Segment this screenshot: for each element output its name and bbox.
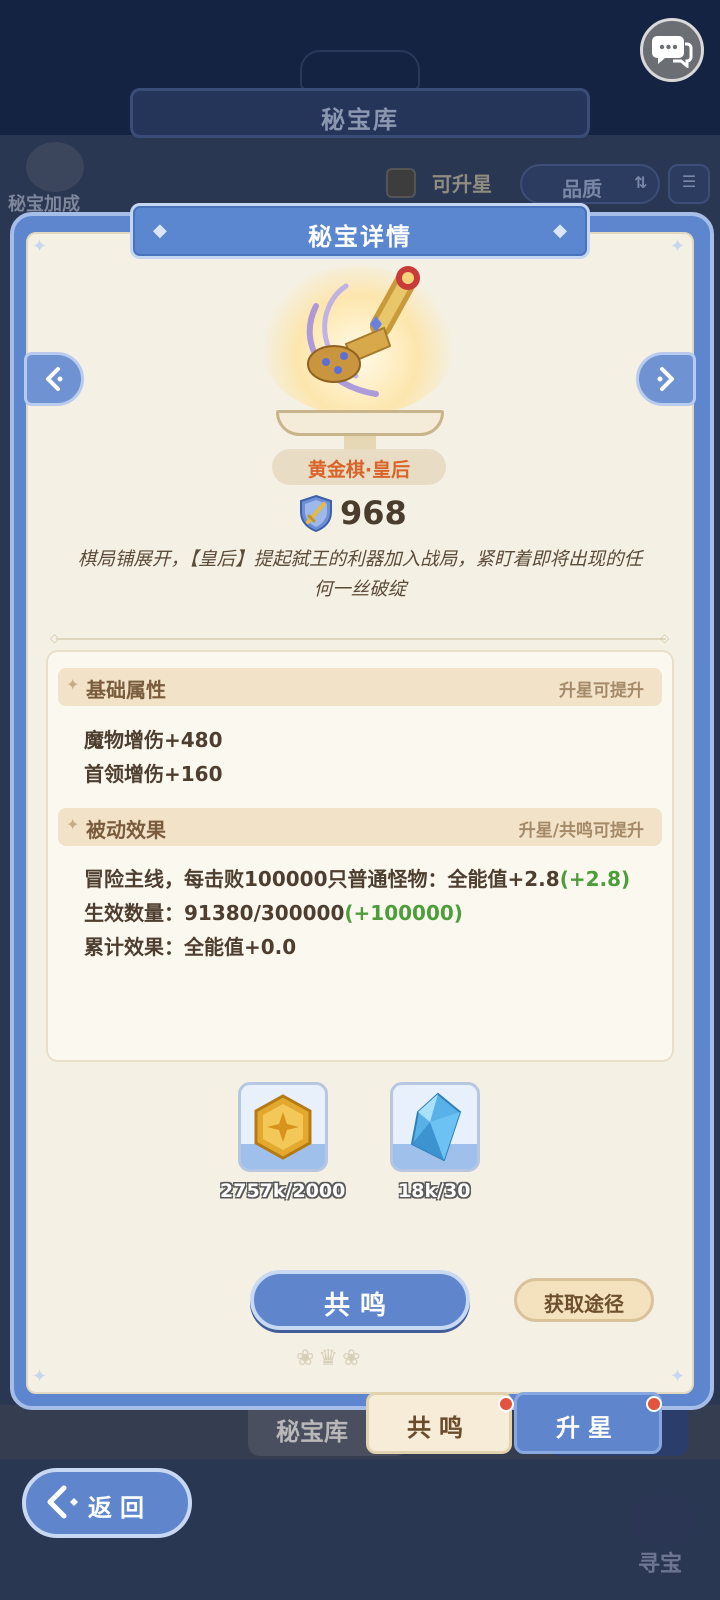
- back-arrow-icon: [47, 1485, 78, 1519]
- quality-sort-button[interactable]: 品质 ⇅: [520, 164, 660, 204]
- treasure-chest-icon[interactable]: [630, 1494, 694, 1546]
- passive-count-text: 生效数量：91380/300000: [84, 901, 345, 925]
- list-view-icon[interactable]: ☰: [668, 164, 710, 204]
- corner-star-icon: ✦: [670, 236, 686, 257]
- attribute-panel: [46, 650, 674, 1062]
- next-item-button[interactable]: [636, 352, 696, 406]
- arrow-right-icon: [657, 367, 674, 391]
- bottom-crown-ornament: ❀♛❀: [296, 1346, 365, 1371]
- item-name: 黄金棋·皇后: [272, 449, 446, 485]
- chat-bubble-icon: [652, 36, 693, 68]
- top-emblem: [300, 50, 420, 90]
- corner-star-icon: ✦: [670, 1366, 686, 1387]
- material-count: 18k/30: [398, 1180, 471, 1202]
- vault-title: 秘宝库: [321, 106, 399, 134]
- passive-line-kill-bonus: 冒险主线，每击败100000只普通怪物：全能值+2.8(+2.8): [84, 862, 654, 896]
- obtain-path-button[interactable]: 获取途径: [514, 1278, 654, 1322]
- resonate-button[interactable]: 共鸣: [250, 1270, 470, 1330]
- basic-attributes-header: ✦ 基础属性 升星可提升: [58, 668, 662, 706]
- dialog-title: 秘宝详情: [308, 223, 412, 251]
- material-gold-medal[interactable]: [238, 1082, 328, 1172]
- blue-crystal-icon: [410, 1092, 462, 1162]
- passive-count-increase: (+100000): [344, 901, 463, 925]
- bonus-icon[interactable]: [26, 142, 84, 192]
- arrow-left-icon: [46, 367, 63, 391]
- passive-effect-note: 升星/共鸣可提升: [518, 821, 644, 841]
- passive-line-accumulated: 累计效果：全能值+0.0: [84, 935, 297, 959]
- previous-item-button[interactable]: [24, 352, 84, 406]
- passive-kill-bonus-increase: (+2.8): [559, 867, 631, 891]
- shield-sword-icon: [300, 494, 332, 532]
- passive-effect-title: 被动效果: [86, 818, 166, 842]
- quality-sort-label: 品质: [562, 177, 602, 201]
- corner-star-icon: ✦: [32, 236, 48, 257]
- diamond-icon: ◆: [553, 220, 567, 241]
- notification-dot: [498, 1396, 514, 1412]
- material-blue-crystal[interactable]: [390, 1082, 480, 1172]
- treasure-hunt-label: 寻宝: [638, 1552, 683, 1577]
- dialog-header: ◆ 秘宝详情 ◆: [130, 203, 590, 259]
- back-button[interactable]: 返回: [22, 1468, 192, 1538]
- sort-arrows-icon: ⇅: [634, 173, 648, 192]
- corner-star-icon: ✦: [32, 1366, 48, 1387]
- divider-ornament: ◇: [660, 631, 670, 645]
- golden-queen-chess-piece-icon: [306, 266, 420, 397]
- item-description: 棋局铺展开，【皇后】提起弑王的利器加入战局，紧盯着即将出现的任何一丝破绽: [77, 549, 643, 600]
- vault-title-banner: 秘宝库: [130, 88, 590, 138]
- basic-attributes-note: 升星可提升: [559, 681, 644, 701]
- notification-dot: [646, 1396, 662, 1412]
- upgradable-checkbox[interactable]: [386, 168, 416, 198]
- passive-kill-bonus-text: 冒险主线，每击败100000只普通怪物：全能值+2.8: [84, 867, 560, 891]
- sparkle-icon: ✦: [66, 675, 80, 694]
- chat-button[interactable]: [640, 18, 704, 82]
- power-value: 968: [340, 494, 407, 532]
- tab-star-up[interactable]: 升星: [514, 1392, 662, 1454]
- passive-effect-details: 冒险主线，每击败100000只普通怪物：全能值+2.8(+2.8) 生效数量：9…: [84, 862, 654, 964]
- passive-effect-header: ✦ 被动效果 升星/共鸣可提升: [58, 808, 662, 846]
- tab-resonate[interactable]: 共鸣: [366, 1392, 512, 1454]
- gold-medal-icon: [254, 1094, 312, 1160]
- attribute-line: 首领增伤+160: [84, 762, 223, 786]
- material-count: 2757k/2000: [220, 1180, 346, 1202]
- upgradable-label: 可升星: [432, 172, 492, 196]
- sparkle-icon: ✦: [66, 815, 80, 834]
- back-label: 返回: [88, 1494, 152, 1522]
- attribute-line: 魔物增伤+480: [84, 728, 223, 752]
- passive-line-count: 生效数量：91380/300000(+100000): [84, 896, 654, 930]
- basic-attributes-title: 基础属性: [86, 678, 166, 702]
- divider: [56, 638, 666, 640]
